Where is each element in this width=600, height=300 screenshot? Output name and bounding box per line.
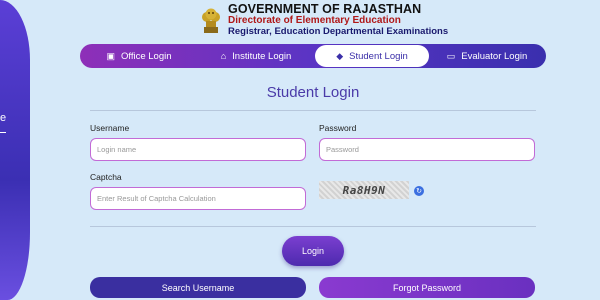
tab-label: Institute Login bbox=[232, 50, 292, 62]
tab-evaluator-login[interactable]: ▭ Evaluator Login bbox=[430, 45, 544, 67]
login-tabs: ▣ Office Login ⌂ Institute Login ◆ Stude… bbox=[80, 44, 546, 68]
tab-label: Office Login bbox=[120, 50, 172, 62]
header-registrar: Registrar, Education Departmental Examin… bbox=[228, 25, 449, 37]
login-button[interactable]: Login bbox=[282, 236, 344, 266]
institution-icon: ⌂ bbox=[220, 51, 227, 61]
forgot-password-button[interactable]: Forgot Password bbox=[319, 277, 535, 298]
captcha-image: Ra8H9N bbox=[319, 181, 409, 199]
refresh-captcha-icon[interactable]: ↻ bbox=[414, 186, 424, 196]
tab-label: Student Login bbox=[349, 50, 408, 62]
briefcase-icon: ▣ bbox=[106, 50, 115, 61]
tab-institute-login[interactable]: ⌂ Institute Login bbox=[198, 45, 314, 67]
captcha-label: Captcha bbox=[90, 172, 122, 182]
site-header: GOVERNMENT OF RAJASTHAN Directorate of E… bbox=[200, 2, 448, 38]
tab-label: Evaluator Login bbox=[461, 50, 528, 62]
side-decoration bbox=[0, 0, 30, 300]
page-title: Student Login bbox=[266, 84, 360, 101]
username-input[interactable] bbox=[90, 138, 306, 161]
tab-student-login[interactable]: ◆ Student Login bbox=[315, 45, 429, 67]
divider bbox=[90, 110, 536, 111]
search-username-button[interactable]: Search Username bbox=[90, 277, 306, 298]
side-menu-text: e bbox=[0, 112, 6, 124]
captcha-input[interactable] bbox=[90, 187, 306, 210]
password-input[interactable] bbox=[319, 138, 535, 161]
presentation-icon: ▭ bbox=[446, 50, 456, 61]
side-underline bbox=[0, 132, 6, 133]
header-directorate: Directorate of Elementary Education bbox=[228, 14, 401, 26]
username-label: Username bbox=[90, 123, 130, 133]
password-label: Password bbox=[319, 123, 357, 133]
header-title: GOVERNMENT OF RAJASTHAN bbox=[228, 1, 422, 16]
graduation-cap-icon: ◆ bbox=[336, 50, 344, 61]
tab-office-login[interactable]: ▣ Office Login bbox=[80, 45, 198, 67]
state-emblem-icon bbox=[202, 8, 220, 33]
divider bbox=[90, 226, 536, 227]
